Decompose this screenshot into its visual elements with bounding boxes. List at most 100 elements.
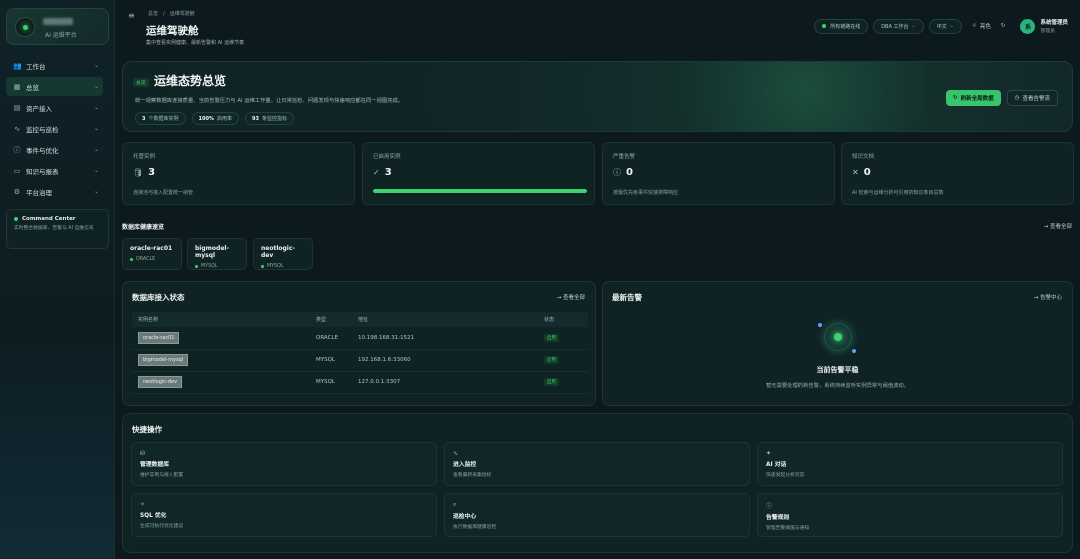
radar-icon: [817, 317, 858, 357]
sidebar-item-label: 总览: [26, 83, 39, 92]
user-role: 管理员: [1040, 29, 1055, 34]
view-alerts-button[interactable]: ◷ 查看告警流: [1006, 90, 1058, 106]
status-dot-icon: [14, 217, 18, 221]
chevron-down-icon: ⌄: [93, 104, 99, 111]
hero-stat-metrics: 93 条监控指标: [244, 112, 294, 125]
menu-icon[interactable]: ≡: [128, 11, 135, 20]
panel-title: 最新告警: [612, 293, 642, 302]
command-center-card: Command Center 实时整合数据库、告警与 AI 运维信号: [6, 209, 109, 249]
sidebar-item-knowledge[interactable]: ▭ 知识与报表 ⌄: [6, 161, 103, 180]
sidebar-nav: 👥 工作台 ⌄ ▦ 总览 ⌄ ▤ 资产接入 ⌄ ∿ 监控与巡检 ⌄ ⓘ 事件与优…: [6, 56, 103, 203]
column-header[interactable]: 实例名称: [132, 312, 310, 327]
instance-type: MYSQL: [310, 349, 352, 372]
stat-card-enabled-instances: 已启用实例 ✓ 3: [362, 142, 595, 205]
language-select[interactable]: 中文 ⌄: [928, 18, 962, 34]
table-row[interactable]: bigmodel-mysql MYSQL 192.168.1.6:33060 启…: [132, 349, 588, 372]
overview-hero: 总览 运维态势总览 统一观察数据库连接质量、当前告警压力与 AI 运维工作量，让…: [122, 61, 1073, 132]
quick-action-alert-rules[interactable]: ⓘ 告警规则 管理告警阈值与通知: [757, 493, 1063, 537]
status-badge: 启用: [544, 356, 559, 364]
db-access-view-all-link[interactable]: → 查看全部: [557, 293, 585, 301]
instance-address: 127.0.0.1:3307: [352, 371, 538, 394]
hero-stats: 3 个数据库实例 100% 启用率 93 条监控指标: [135, 112, 300, 125]
table-row[interactable]: neotlogic-dev MYSQL 127.0.0.1:3307 启用: [132, 371, 588, 394]
hero-stat-enabled-rate: 100% 启用率: [191, 112, 239, 125]
alerts-empty-state: 当前告警平稳 暂无需要处理的新告警，系统持续监听实例异常与阈值波动。: [603, 312, 1072, 389]
logo-icon: [15, 17, 35, 37]
quick-action-inspection[interactable]: ⌕ 巡检中心 执行数据库健康巡检: [444, 493, 750, 537]
db-chip-oracle-rac01[interactable]: oracle-rac01 ORACLE: [122, 238, 182, 270]
alert-circle-icon: ⓘ: [766, 503, 773, 510]
brand[interactable]: AI 运维平台: [6, 8, 109, 45]
column-header[interactable]: 状态: [538, 312, 588, 327]
instance-name[interactable]: oracle-rac01: [138, 331, 180, 344]
column-header[interactable]: 地址: [352, 312, 538, 327]
alert-center-link[interactable]: → 告警中心: [1034, 293, 1062, 301]
db-access-panel: 数据库接入状态 → 查看全部 实例名称 类型 地址 状态 oracle-rac0…: [122, 281, 596, 406]
users-icon: 👥: [13, 61, 22, 70]
theme-toggle-button[interactable]: ☼ 亮色: [972, 22, 991, 30]
brand-subtitle: AI 运维平台: [45, 32, 77, 39]
database-icon: 🛢: [133, 168, 144, 177]
stat-card-critical-alerts: 严重告警 ⓘ 0 按最优先级事件快速排障响应: [602, 142, 835, 205]
instance-name[interactable]: bigmodel-mysql: [138, 354, 189, 366]
grid-icon: ▦: [13, 82, 21, 91]
quick-action-sql-optimize[interactable]: ✧ SQL 优化 生成可执行优化建议: [131, 493, 437, 537]
sidebar-item-assets[interactable]: ▤ 资产接入 ⌄: [6, 98, 103, 117]
column-header[interactable]: 类型: [310, 312, 352, 327]
status-badge: 启用: [544, 378, 559, 386]
quick-action-manage-db[interactable]: ⛁ 管理数据库 维护实例与接入配置: [131, 442, 437, 486]
empty-desc: 暂无需要处理的新告警，系统持续监听实例异常与阈值波动。: [765, 383, 910, 389]
enabled-progress-bar: [373, 189, 587, 193]
sidebar-item-governance[interactable]: ⚙ 平台治理 ⌄: [6, 182, 103, 201]
sidebar-item-workbench[interactable]: 👥 工作台 ⌄: [6, 56, 103, 75]
breadcrumb-item: 运维驾驶舱: [169, 11, 195, 17]
chevron-down-icon: ⌄: [911, 23, 916, 29]
db-chip-bigmodel-mysql[interactable]: bigmodel-mysql MYSQL: [187, 238, 247, 270]
empty-title: 当前告警平稳: [816, 366, 859, 374]
sparkle-icon: ✧: [140, 501, 146, 508]
stat-value: 0: [626, 167, 633, 178]
quick-action-ai-chat[interactable]: ✦ AI 对话 快速发起分析问答: [757, 442, 1063, 486]
table-row[interactable]: oracle-rac01 ORACLE 10.198.168.31:1521 启…: [132, 327, 588, 350]
db-health-title: 数据库健康速览: [122, 224, 165, 231]
sidebar-item-overview[interactable]: ▦ 总览 ⌄: [6, 77, 103, 96]
sidebar: AI 运维平台 👥 工作台 ⌄ ▦ 总览 ⌄ ▤ 资产接入 ⌄ ∿ 监控与巡检 …: [0, 0, 115, 559]
alert-circle-icon: ⓘ: [613, 168, 621, 177]
workspace-select[interactable]: DBA 工作台 ⌄: [873, 18, 924, 34]
chevron-down-icon: ⌄: [93, 188, 99, 195]
latest-alerts-panel: 最新告警 → 告警中心 当前告警平稳 暂无需要处理的新告警，系统持续监听实例异常…: [602, 281, 1073, 406]
breadcrumb: 总览 / 运维驾驶舱: [148, 11, 195, 17]
tools-icon: ✕: [852, 168, 859, 177]
instance-address: 10.198.168.31:1521: [352, 327, 538, 350]
page-title: 运维驾驶舱: [146, 25, 199, 37]
bot-icon: ✦: [766, 450, 772, 457]
stat-card-knowledge-docs: 知识文档 ✕ 0 AI 检索与运维分析可引用的知识条目总数: [841, 142, 1074, 205]
alert-circle-icon: ⓘ: [13, 145, 21, 154]
book-icon: ▭: [13, 166, 21, 175]
instance-type: MYSQL: [310, 371, 352, 394]
sidebar-item-monitoring[interactable]: ∿ 监控与巡检 ⌄: [6, 119, 103, 138]
clock-icon: ◷: [1014, 95, 1020, 101]
panel-title: 快捷操作: [132, 425, 162, 434]
chevron-down-icon: ⌄: [93, 167, 99, 174]
refresh-button[interactable]: ↻: [1001, 23, 1009, 29]
top-header: ≡ 总览 / 运维驾驶舱 运维驾驶舱 集中查看实例健康、最新告警和 AI 运维节奏 …: [115, 0, 1080, 52]
db-chip-neotlogic-dev[interactable]: neotlogic-dev MYSQL: [253, 238, 313, 270]
quick-action-monitoring[interactable]: ∿ 进入监控 查看最新采集指标: [444, 442, 750, 486]
chevron-down-icon: ⌄: [93, 146, 99, 153]
refresh-global-button[interactable]: ↻ 刷新全局数据: [946, 90, 1001, 106]
breadcrumb-item[interactable]: 总览: [148, 11, 158, 17]
hero-title: 运维态势总览: [154, 74, 227, 88]
user-menu[interactable]: 系 系统管理员 管理员: [1020, 18, 1068, 34]
db-health-view-all-link[interactable]: → 查看全部: [1044, 222, 1072, 230]
user-name: 系统管理员: [1040, 20, 1068, 26]
sidebar-item-events[interactable]: ⓘ 事件与优化 ⌄: [6, 140, 103, 159]
arrow-right-icon: →: [1033, 295, 1039, 301]
sun-icon: ☼: [971, 23, 977, 29]
arrow-right-icon: →: [1043, 224, 1049, 230]
instance-name[interactable]: neotlogic-dev: [138, 376, 183, 388]
sidebar-item-label: 资产接入: [26, 104, 52, 113]
command-center-desc: 实时整合数据库、告警与 AI 运维信号: [14, 226, 94, 231]
chevron-down-icon: ⌄: [949, 23, 954, 29]
stat-value: 3: [148, 167, 156, 178]
